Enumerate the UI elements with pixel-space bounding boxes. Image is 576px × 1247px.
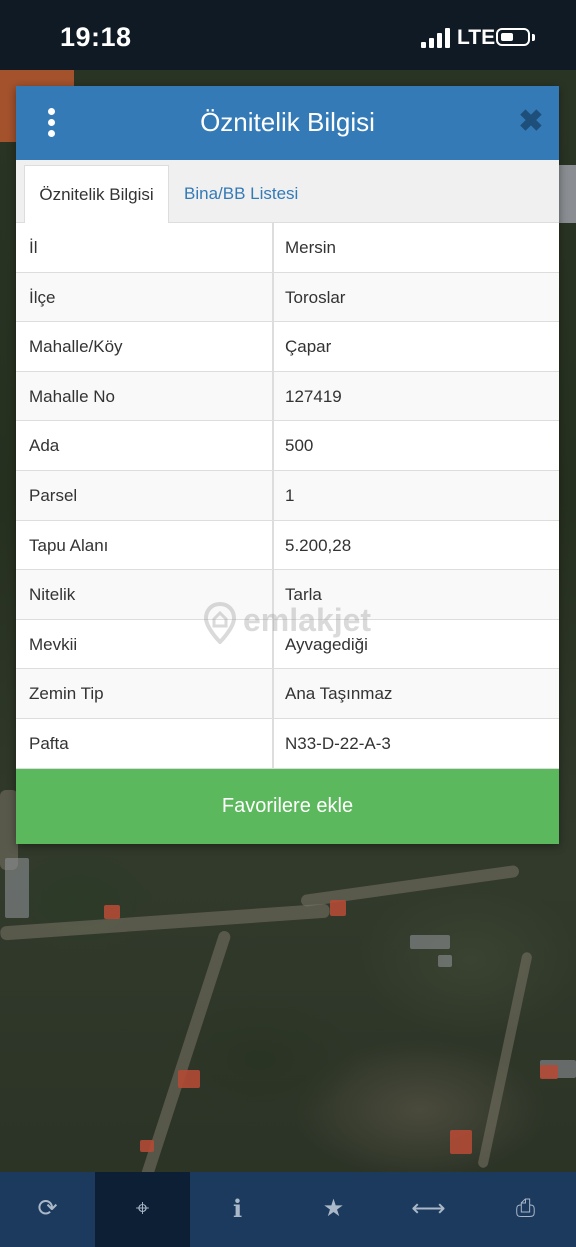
favorites-button[interactable]: ★ [286, 1172, 381, 1247]
row-key: İlçe [29, 287, 56, 307]
crosshair-icon: ⌖ [135, 1195, 150, 1222]
row-key: Nitelik [29, 585, 76, 605]
refresh-button[interactable]: ⟳ [0, 1172, 95, 1247]
row-value: 127419 [285, 386, 342, 406]
status-bar: 19:18 LTE [0, 0, 576, 70]
table-row: Pafta N33-D-22-A-3 [16, 718, 559, 769]
print-icon: ⎙ [515, 1195, 536, 1222]
row-key: İl [29, 238, 38, 257]
dialog-tabs: Öznitelik Bilgisi Bina/BB Listesi [16, 160, 559, 223]
row-key: Ada [29, 436, 60, 456]
info-button[interactable]: i [190, 1172, 285, 1247]
row-value: 500 [285, 436, 314, 456]
table-row: Ada 500 [16, 421, 559, 471]
battery-icon [496, 28, 530, 46]
table-row: Parsel 1 [16, 470, 559, 521]
dialog-header: Öznitelik Bilgisi ✖ [16, 86, 559, 160]
row-value: Ana Taşınmaz [285, 684, 393, 704]
row-value: Çapar [285, 337, 332, 357]
table-row: Mahalle No 127419 [16, 371, 559, 422]
measure-icon: ⟷ [411, 1195, 446, 1222]
row-key: Pafta [29, 733, 69, 753]
row-value: Toroslar [285, 287, 346, 307]
row-value: 5.200,28 [285, 535, 352, 555]
row-key: Mevkii [29, 634, 78, 654]
info-icon: i [232, 1194, 243, 1223]
status-time: 19:18 [60, 22, 132, 52]
scroll-indicator [559, 165, 576, 223]
watermark-text: emlakjet [243, 602, 372, 638]
row-key: Parsel [29, 485, 78, 505]
refresh-icon: ⟳ [37, 1195, 58, 1222]
add-favorite-button[interactable]: Favorilere ekle [16, 769, 559, 844]
attribute-table: İl Mersin İlçe Toroslar Mahalle/Köy Çapar M… [16, 223, 559, 769]
tab-attribute-info[interactable]: Öznitelik Bilgisi [24, 165, 169, 223]
locate-button[interactable]: ⌖ [95, 1172, 190, 1247]
row-key: Mahalle/Köy [29, 337, 123, 357]
signal-icon [421, 28, 451, 48]
table-row: Mahalle/Köy Çapar [16, 322, 559, 372]
location-pin-icon [203, 602, 237, 644]
row-value: N33-D-22-A-3 [285, 733, 391, 753]
bottom-toolbar: ⟳ ⌖ i ★ ⟷ ⎙ [0, 1172, 576, 1247]
network-type: LTE [457, 26, 496, 49]
row-key: Tapu Alanı [29, 535, 109, 555]
table-row: Zemin Tip Ana Taşınmaz [16, 669, 559, 719]
star-icon: ★ [322, 1195, 345, 1222]
row-key: Mahalle No [29, 386, 115, 406]
table-row: Tapu Alanı 5.200,28 [16, 520, 559, 571]
row-key: Zemin Tip [29, 684, 104, 704]
tab-building-list[interactable]: Bina/BB Listesi [184, 165, 298, 223]
table-row: İl Mersin [16, 223, 559, 273]
measure-button[interactable]: ⟷ [381, 1172, 476, 1247]
attribute-dialog: Öznitelik Bilgisi ✖ Öznitelik Bilgisi Bi… [16, 86, 559, 844]
table-row: İlçe Toroslar [16, 272, 559, 323]
print-button[interactable]: ⎙ [478, 1172, 573, 1247]
close-icon[interactable]: ✖ [518, 107, 544, 137]
row-value: Mersin [285, 238, 337, 257]
dialog-title: Öznitelik Bilgisi [200, 107, 375, 137]
row-value: 1 [285, 485, 295, 505]
